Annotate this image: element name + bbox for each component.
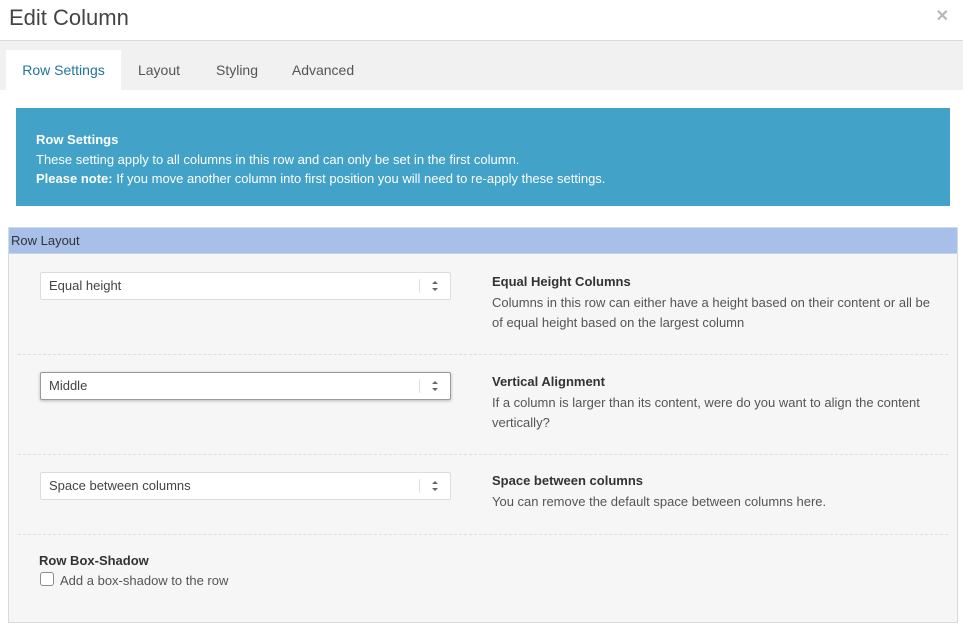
equal-height-row: Equal height Equal Height Columns Column… bbox=[18, 254, 948, 355]
notice-note: Please note: If you move another column … bbox=[36, 169, 930, 189]
space-between-select[interactable]: Space between columns bbox=[40, 472, 451, 500]
chevron-updown-icon bbox=[432, 481, 438, 491]
tab-bar: Row Settings Layout Styling Advanced bbox=[0, 41, 963, 90]
notice-text: These setting apply to all columns in th… bbox=[36, 151, 520, 167]
field-title: Space between columns bbox=[492, 473, 643, 488]
field-description: Columns in this row can either have a he… bbox=[492, 295, 930, 330]
select-divider bbox=[419, 379, 420, 393]
select-divider bbox=[419, 479, 420, 493]
vertical-alignment-select[interactable]: Middle bbox=[40, 372, 451, 400]
dialog-title: Edit Column bbox=[9, 5, 129, 30]
field-title: Vertical Alignment bbox=[492, 374, 605, 389]
notice-title: Row Settings bbox=[36, 132, 119, 147]
chevron-updown-icon bbox=[432, 381, 438, 391]
field-description: You can remove the default space between… bbox=[492, 494, 827, 509]
notice-note-text: If you move another column into first po… bbox=[112, 171, 606, 186]
space-between-row: Space between columns Space between colu… bbox=[18, 454, 948, 535]
dialog-header: Edit Column ✕ bbox=[0, 0, 963, 41]
select-value: Space between columns bbox=[49, 478, 191, 493]
close-icon[interactable]: ✕ bbox=[936, 6, 949, 26]
box-shadow-title: Row Box-Shadow bbox=[39, 553, 149, 568]
box-shadow-label[interactable]: Add a box-shadow to the row bbox=[60, 573, 228, 588]
row-settings-notice: Row Settings These setting apply to all … bbox=[16, 108, 950, 206]
field-title: Equal Height Columns bbox=[492, 274, 631, 289]
field-description: If a column is larger than its content, … bbox=[492, 395, 920, 430]
row-layout-panel: Row Layout Equal height Equal Height Col… bbox=[8, 227, 958, 623]
panel-heading: Row Layout bbox=[9, 228, 957, 254]
tab-layout[interactable]: Layout bbox=[130, 50, 188, 90]
tab-row-settings[interactable]: Row Settings bbox=[6, 50, 121, 90]
notice-note-label: Please note: bbox=[36, 171, 113, 186]
select-divider bbox=[419, 279, 420, 293]
tab-styling[interactable]: Styling bbox=[207, 50, 267, 90]
tab-advanced[interactable]: Advanced bbox=[285, 50, 361, 90]
vertical-alignment-row: Middle Vertical Alignment If a column is… bbox=[18, 354, 948, 455]
select-value: Equal height bbox=[49, 278, 122, 293]
select-value: Middle bbox=[49, 378, 88, 393]
chevron-updown-icon bbox=[432, 281, 438, 291]
box-shadow-checkbox[interactable] bbox=[40, 572, 54, 586]
equal-height-select[interactable]: Equal height bbox=[40, 272, 451, 300]
